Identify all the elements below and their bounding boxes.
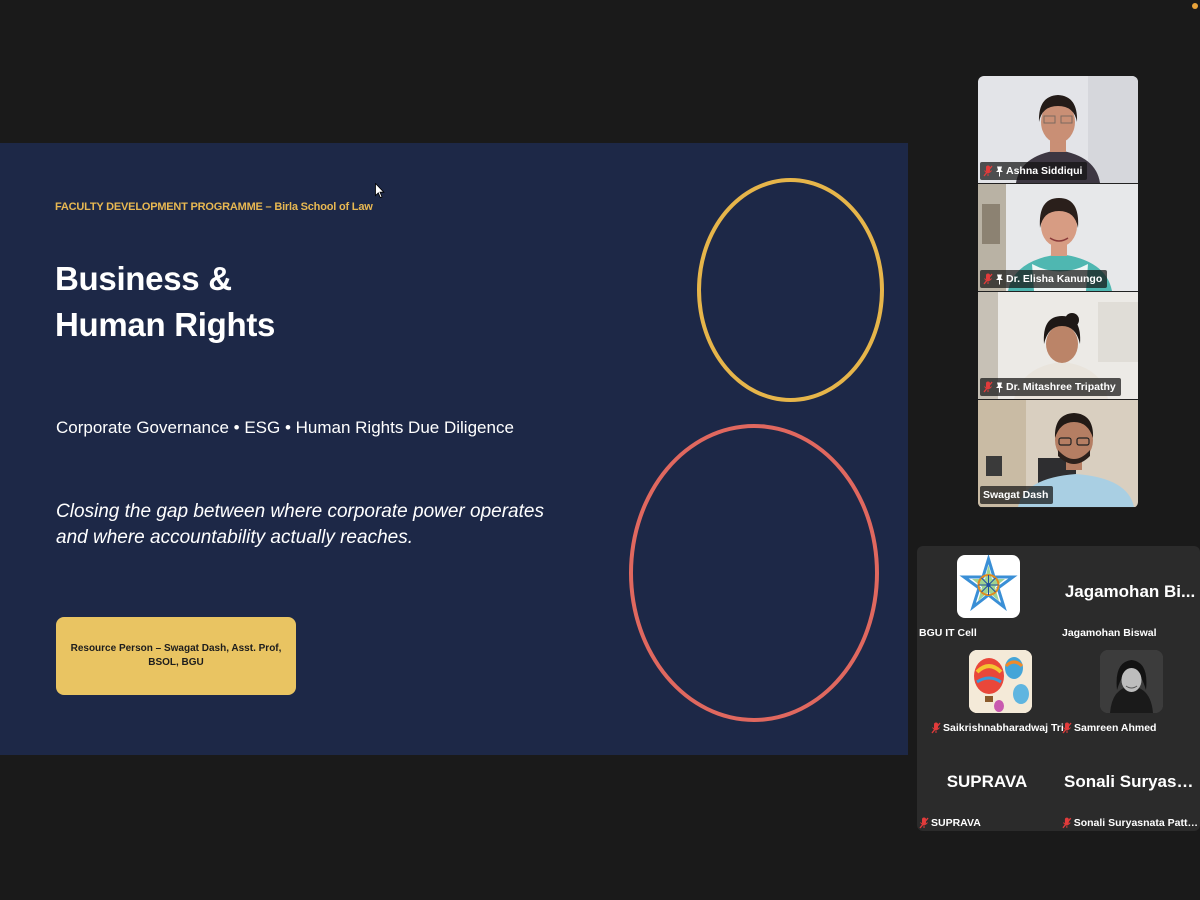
- slide-tagline-line-2: and where accountability actually reache…: [56, 527, 413, 548]
- gold-ring-decoration: [697, 178, 884, 402]
- mic-muted-icon: [1062, 722, 1072, 734]
- photo-avatar: [1100, 650, 1163, 713]
- slide-eyebrow: FACULTY DEVELOPMENT PROGRAMME – Birla Sc…: [55, 201, 373, 213]
- video-tile-2[interactable]: Dr. Elisha Kanungo: [978, 184, 1138, 291]
- mouse-cursor-icon: [375, 183, 385, 199]
- participant-name: Swagat Dash: [983, 489, 1049, 501]
- profile-photo-icon: [1100, 650, 1163, 713]
- participant-label: Sonali Suryasnata Patta...: [1062, 817, 1198, 829]
- video-tile-3[interactable]: Dr. Mitashree Tripathy: [978, 292, 1138, 399]
- gallery-tile-4[interactable]: Samreen Ahmed: [1060, 641, 1200, 736]
- slide-title-line-2: Human Rights: [55, 306, 276, 343]
- participant-gallery: BGU IT Cell Jagamohan Bi... Jagamohan Bi…: [917, 546, 1200, 831]
- gallery-tile-5[interactable]: SUPRAVA SUPRAVA: [917, 736, 1057, 831]
- participant-name: Dr. Elisha Kanungo: [1006, 273, 1103, 285]
- shared-slide: FACULTY DEVELOPMENT PROGRAMME – Birla Sc…: [0, 143, 908, 755]
- participant-name: Jagamohan Biswal: [1062, 627, 1157, 639]
- gallery-tile-1[interactable]: BGU IT Cell: [917, 546, 1057, 641]
- participant-nameplate: Dr. Mitashree Tripathy: [980, 378, 1121, 396]
- slide-title-line-1: Business &: [55, 260, 232, 297]
- participant-nameplate: Swagat Dash: [980, 486, 1054, 504]
- resource-person-text: Resource Person – Swagat Dash, Asst. Pro…: [70, 643, 282, 668]
- gallery-tile-2[interactable]: Jagamohan Bi... Jagamohan Biswal: [1060, 546, 1200, 641]
- participant-name: SUPRAVA: [931, 817, 981, 829]
- mic-muted-icon: [983, 273, 993, 285]
- pin-icon: [996, 166, 1003, 176]
- balloons-avatar: [969, 650, 1032, 713]
- participant-name: BGU IT Cell: [919, 627, 977, 639]
- mic-muted-icon: [983, 165, 993, 177]
- gallery-tile-6[interactable]: Sonali Suryasn... Sonali Suryasnata Patt…: [1060, 736, 1200, 831]
- participant-name: Samreen Ahmed: [1074, 722, 1157, 734]
- resource-person-box: Resource Person – Swagat Dash, Asst. Pro…: [56, 617, 296, 695]
- slide-tagline: Closing the gap between where corporate …: [56, 499, 576, 551]
- participant-display-name: SUPRAVA: [946, 772, 1028, 791]
- participant-label: Jagamohan Biswal: [1062, 627, 1157, 639]
- speaker-video-strip: Ashna Siddiqui Dr. Elisha Kanungo Dr. Mi…: [978, 76, 1138, 508]
- slide-tagline-line-1: Closing the gap between where corporate …: [56, 501, 544, 522]
- status-indicator-dot: [1192, 3, 1198, 9]
- slide-subtitle: Corporate Governance • ESG • Human Right…: [56, 418, 514, 437]
- participant-label: BGU IT Cell: [919, 627, 977, 639]
- balloons-icon: [969, 650, 1032, 713]
- video-tile-4[interactable]: Swagat Dash: [978, 400, 1138, 507]
- pin-icon: [996, 274, 1003, 284]
- participant-name: Sonali Suryasnata Patta...: [1073, 817, 1198, 829]
- participant-nameplate: Dr. Elisha Kanungo: [980, 270, 1108, 288]
- gallery-tile-3[interactable]: Saikrishnabharadwaj Tri: [929, 641, 1069, 736]
- participant-name: Ashna Siddiqui: [1006, 165, 1083, 177]
- participant-label: Samreen Ahmed: [1062, 722, 1156, 734]
- participant-label: SUPRAVA: [919, 817, 981, 829]
- bgu-logo-icon: [959, 555, 1018, 612]
- slide-title: Business & Human Rights: [55, 256, 275, 348]
- participant-name: Dr. Mitashree Tripathy: [1006, 381, 1116, 393]
- mic-muted-icon: [931, 722, 941, 734]
- participant-label: Saikrishnabharadwaj Tri: [931, 722, 1064, 734]
- coral-ring-decoration: [629, 424, 879, 722]
- video-tile-1[interactable]: Ashna Siddiqui: [978, 76, 1138, 183]
- participant-display-name: Jagamohan Bi...: [1064, 582, 1196, 601]
- participant-nameplate: Ashna Siddiqui: [980, 162, 1088, 180]
- mic-muted-icon: [1062, 817, 1072, 829]
- participant-name: Saikrishnabharadwaj Tri: [943, 722, 1064, 734]
- bgu-logo-avatar: [957, 555, 1020, 618]
- pin-icon: [996, 382, 1003, 392]
- participant-display-name: Sonali Suryasn...: [1064, 772, 1200, 791]
- mic-muted-icon: [919, 817, 929, 829]
- mic-muted-icon: [983, 381, 993, 393]
